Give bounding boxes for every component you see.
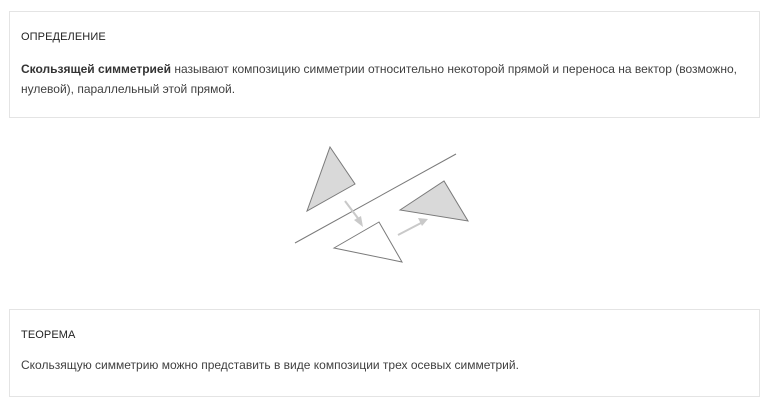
theorem-title: ТЕОРЕМА: [21, 329, 76, 341]
glide-reflection-figure: [294, 145, 469, 263]
original-triangle: [306, 145, 356, 213]
translated-triangle: [398, 180, 469, 222]
definition-text: Скользящей симметрией называют композици…: [21, 59, 747, 99]
definition-title: ОПРЕДЕЛЕНИЕ: [21, 31, 106, 43]
definition-term: Скользящей симметрией: [21, 62, 171, 76]
definition-block: ОПРЕДЕЛЕНИЕ Скользящей симметрией называ…: [9, 11, 760, 118]
theorem-block: ТЕОРЕМА Скользящую симметрию можно предс…: [9, 309, 760, 397]
reflected-triangle: [332, 221, 403, 263]
theorem-text: Скользящую симметрию можно представить в…: [21, 358, 519, 372]
translation-arrow: [397, 218, 428, 236]
